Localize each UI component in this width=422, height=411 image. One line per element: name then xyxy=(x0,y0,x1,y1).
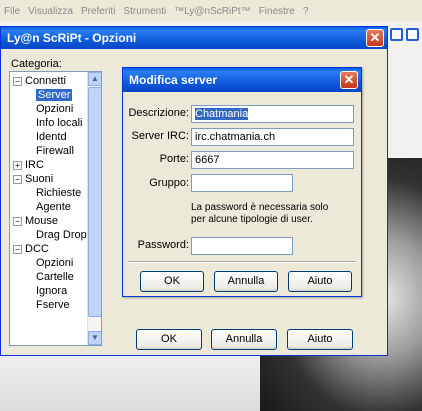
tree-label: Info locali xyxy=(36,117,83,129)
dialog-ok-button[interactable]: OK xyxy=(140,271,204,292)
description-field[interactable]: Chatmania xyxy=(191,105,354,123)
dialog-help-button[interactable]: Aiuto xyxy=(288,271,352,292)
restore-icon[interactable] xyxy=(390,28,403,41)
category-label: Categoria: xyxy=(11,58,62,70)
options-titlebar[interactable]: Ly@n ScRiPt - Opzioni ✕ xyxy=(1,27,387,49)
tree-node-connect[interactable]: − Connetti xyxy=(13,74,66,88)
collapse-icon[interactable]: − xyxy=(13,244,22,254)
dialog-body: Descrizione: Chatmania Server IRC: irc.c… xyxy=(123,92,361,296)
tree-node-folders[interactable]: Cartelle xyxy=(36,270,74,284)
tree-node-identd[interactable]: Identd xyxy=(36,130,67,144)
tree-label: Drag Drop xyxy=(36,229,87,241)
tile-icon[interactable] xyxy=(406,28,419,41)
collapse-icon[interactable]: − xyxy=(13,76,22,86)
irc-server-label: Server IRC: xyxy=(131,130,189,142)
close-icon[interactable]: ✕ xyxy=(340,71,358,89)
tree-label: Opzioni xyxy=(36,257,74,269)
group-label: Gruppo: xyxy=(149,177,189,189)
menu-tools[interactable]: Strumenti xyxy=(123,6,166,17)
tree-label: Connetti xyxy=(25,75,66,87)
tree-node-server[interactable]: Server xyxy=(36,88,73,102)
tree-label: Cartelle xyxy=(36,271,74,283)
tree-label: Fserve xyxy=(36,299,70,311)
tree-scrollbar[interactable]: ▲ ▼ xyxy=(87,72,101,345)
scroll-up-icon[interactable]: ▲ xyxy=(88,72,101,86)
dialog-cancel-button[interactable]: Annulla xyxy=(214,271,278,292)
scroll-thumb[interactable] xyxy=(88,87,101,317)
password-label: Password: xyxy=(137,239,189,251)
tree-label: Agente xyxy=(36,201,71,213)
tree-label: Firewall xyxy=(36,145,74,157)
description-label: Descrizione: xyxy=(128,107,189,119)
tree-label: DCC xyxy=(25,243,49,255)
tree-node-mouse[interactable]: − Mouse xyxy=(13,214,58,228)
tree-node-dcc-options[interactable]: Opzioni xyxy=(36,256,73,270)
separator xyxy=(128,261,356,263)
tree-label: Opzioni xyxy=(36,103,74,115)
tree-node-options[interactable]: Opzioni xyxy=(36,102,73,116)
ports-field[interactable]: 6667 xyxy=(191,151,354,169)
tree-node-firewall[interactable]: Firewall xyxy=(36,144,74,158)
menu-view[interactable]: Visualizza xyxy=(28,6,73,17)
collapse-icon[interactable]: − xyxy=(13,174,22,184)
category-tree[interactable]: − Connetti Server Opzioni Info locali Ide… xyxy=(9,71,102,346)
tree-node-fserve[interactable]: Fserve xyxy=(36,298,70,312)
window-controls-background xyxy=(390,28,419,41)
menu-file[interactable]: File xyxy=(4,6,20,17)
group-field[interactable] xyxy=(191,174,293,192)
menu-help[interactable]: ? xyxy=(303,6,309,17)
edit-server-dialog: Modifica server ✕ Descrizione: Chatmania… xyxy=(122,67,362,297)
tree-node-drag-drop[interactable]: Drag Drop xyxy=(36,228,87,242)
tree-node-sounds[interactable]: − Suoni xyxy=(13,172,53,186)
tree-node-requests[interactable]: Richieste xyxy=(36,186,81,200)
background-photo-lower xyxy=(0,352,260,411)
password-field[interactable] xyxy=(191,237,293,255)
dialog-title: Modifica server xyxy=(129,73,218,87)
tree-node-ignore[interactable]: Ignora xyxy=(36,284,67,298)
tree-node-local-info[interactable]: Info locali xyxy=(36,116,82,130)
menu-lyanscript[interactable]: ™Ly@nScRiPt™ xyxy=(174,6,250,17)
scroll-down-icon[interactable]: ▼ xyxy=(88,331,101,345)
tree-node-irc[interactable]: + IRC xyxy=(13,158,44,172)
tree-label: IRC xyxy=(25,159,44,171)
close-icon[interactable]: ✕ xyxy=(366,29,384,47)
tree-node-dcc[interactable]: − DCC xyxy=(13,242,49,256)
menu-favorites[interactable]: Preferiti xyxy=(81,6,115,17)
ok-button[interactable]: OK xyxy=(136,329,202,350)
expand-icon[interactable]: + xyxy=(13,160,22,170)
collapse-icon[interactable]: − xyxy=(13,216,22,226)
description-value: Chatmania xyxy=(195,108,249,120)
tree-label: Richieste xyxy=(36,187,82,199)
menu-bar: File Visualizza Preferiti Strumenti ™Ly@… xyxy=(0,0,422,22)
password-note: La password è necessaria solo per alcune… xyxy=(191,202,329,225)
irc-server-field[interactable]: irc.chatmania.ch xyxy=(191,128,354,146)
menu-windows[interactable]: Finestre xyxy=(259,6,295,17)
tree-label: Mouse xyxy=(25,215,59,227)
tree-label: Identd xyxy=(36,131,67,143)
tree-label: Suoni xyxy=(25,173,54,185)
tree-label: Server xyxy=(36,89,73,101)
help-button[interactable]: Aiuto xyxy=(287,329,353,350)
tree-node-agent[interactable]: Agente xyxy=(36,200,71,214)
dialog-titlebar[interactable]: Modifica server ✕ xyxy=(123,68,361,92)
tree-label: Ignora xyxy=(36,285,68,297)
options-title: Ly@n ScRiPt - Opzioni xyxy=(7,31,137,45)
ports-label: Porte: xyxy=(159,153,189,165)
cancel-button[interactable]: Annulla xyxy=(211,329,277,350)
